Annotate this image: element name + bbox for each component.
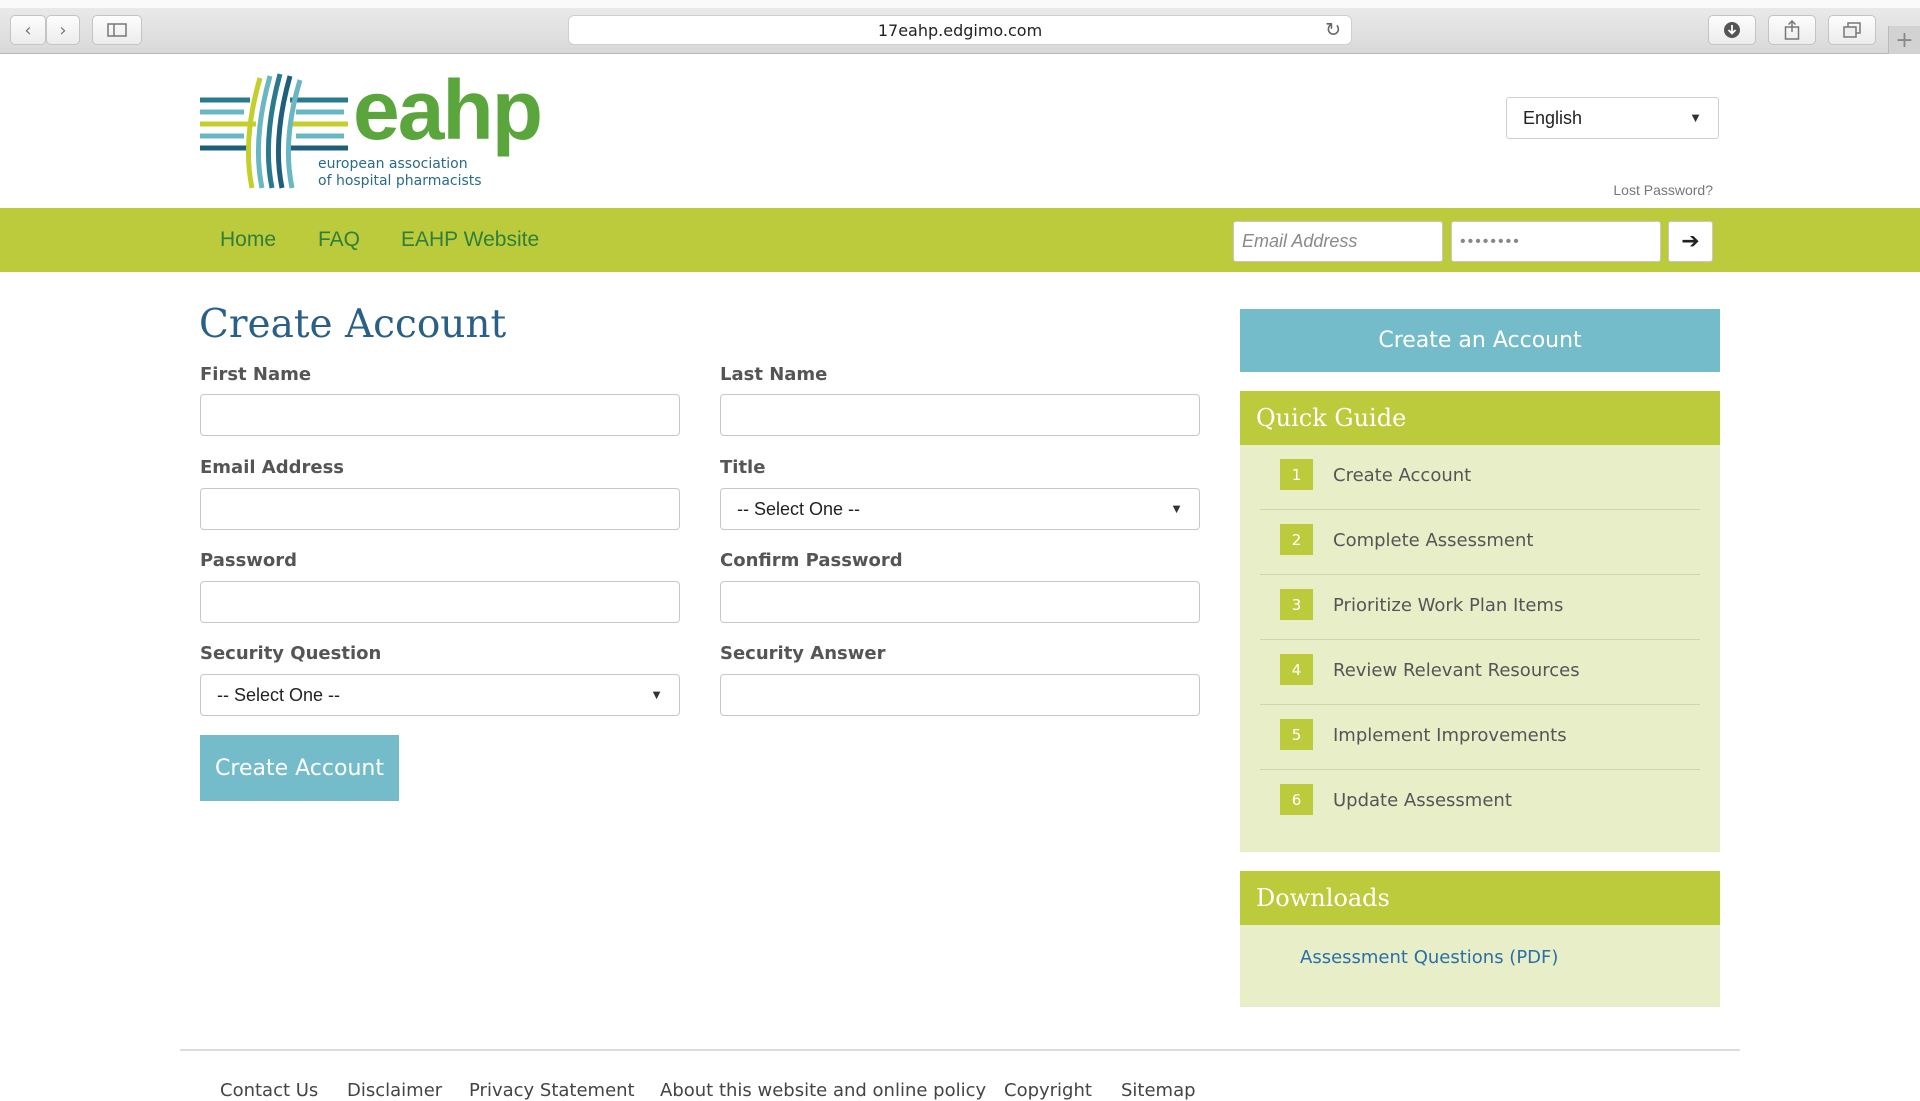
security-answer-label: Security Answer (720, 643, 886, 664)
step-number-badge: 2 (1280, 524, 1313, 555)
guide-item: 5 Implement Improvements (1260, 705, 1700, 770)
first-name-field[interactable] (200, 394, 680, 436)
quick-guide-panel: 1 Create Account 2 Complete Assessment 3… (1240, 445, 1720, 852)
footer-copyright-link[interactable]: Copyright (1004, 1080, 1092, 1101)
confirm-password-field[interactable] (720, 581, 1200, 623)
guide-item-label: Prioritize Work Plan Items (1333, 595, 1564, 616)
sidebar-toggle-button[interactable] (92, 15, 142, 45)
title-label: Title (720, 457, 766, 478)
nav-faq-link[interactable]: FAQ (318, 228, 360, 252)
step-number-badge: 1 (1280, 459, 1313, 490)
downloads-panel: Assessment Questions (PDF) (1240, 925, 1720, 1007)
main-nav: Home FAQ EAHP Website Email Address ••••… (0, 208, 1920, 272)
eahp-logo[interactable]: eahp european association of hospital ph… (198, 63, 543, 192)
browser-toolbar: ‹ › 17eahp.edgimo.com ↻ + (0, 0, 1920, 54)
step-number-badge: 5 (1280, 719, 1313, 750)
footer-disclaimer-link[interactable]: Disclaimer (347, 1080, 442, 1101)
last-name-label: Last Name (720, 364, 828, 385)
guide-item-label: Update Assessment (1333, 790, 1512, 811)
logo-subtitle: european association of hospital pharmac… (318, 156, 482, 190)
forward-button[interactable]: › (46, 15, 80, 45)
step-number-badge: 6 (1280, 784, 1313, 815)
browser-top-edge (0, 0, 1920, 8)
nav-eahp-website-link[interactable]: EAHP Website (401, 228, 539, 252)
downloads-button[interactable] (1708, 15, 1756, 45)
guide-item: 2 Complete Assessment (1260, 510, 1700, 575)
url-text: 17eahp.edgimo.com (877, 20, 1043, 40)
title-select-value: -- Select One -- (737, 498, 861, 519)
footer-sitemap-link[interactable]: Sitemap (1121, 1080, 1196, 1101)
create-account-submit-button[interactable]: Create Account (200, 735, 399, 801)
caret-down-icon: ▼ (650, 687, 663, 702)
caret-down-icon: ▼ (1689, 110, 1702, 125)
quick-guide-header: Quick Guide (1240, 391, 1720, 445)
guide-item: 1 Create Account (1260, 445, 1700, 510)
language-select[interactable]: English ▼ (1506, 97, 1719, 139)
title-select[interactable]: -- Select One -- ▼ (720, 488, 1200, 530)
password-field[interactable] (200, 581, 680, 623)
logo-subtitle-line2: of hospital pharmacists (318, 173, 482, 189)
assessment-questions-pdf-link[interactable]: Assessment Questions (PDF) (1300, 947, 1558, 968)
arrow-right-icon: ➔ (1681, 229, 1700, 254)
email-field[interactable] (200, 488, 680, 530)
share-icon (1784, 20, 1800, 40)
step-number-badge: 3 (1280, 589, 1313, 620)
footer-contact-link[interactable]: Contact Us (220, 1080, 318, 1101)
login-submit-button[interactable]: ➔ (1668, 221, 1713, 262)
nav-home-link[interactable]: Home (220, 228, 276, 252)
step-number-badge: 4 (1280, 654, 1313, 685)
language-value: English (1523, 107, 1583, 128)
security-answer-field[interactable] (720, 674, 1200, 716)
footer-divider (180, 1049, 1740, 1051)
last-name-field[interactable] (720, 394, 1200, 436)
password-label: Password (200, 550, 298, 571)
first-name-label: First Name (200, 364, 312, 385)
downloads-header: Downloads (1240, 871, 1720, 925)
guide-item: 4 Review Relevant Resources (1260, 640, 1700, 705)
reload-icon[interactable]: ↻ (1325, 19, 1341, 41)
caret-down-icon: ▼ (1170, 501, 1183, 516)
guide-item-label: Complete Assessment (1333, 530, 1534, 551)
lost-password-link[interactable]: Lost Password? (1613, 182, 1713, 198)
footer-about-link[interactable]: About this website and online policy (660, 1080, 986, 1101)
logo-subtitle-line1: european association (318, 156, 468, 172)
download-icon (1724, 22, 1740, 38)
login-password-input[interactable]: •••••••• (1451, 221, 1661, 262)
guide-item: 3 Prioritize Work Plan Items (1260, 575, 1700, 640)
address-bar[interactable]: 17eahp.edgimo.com ↻ (568, 15, 1352, 45)
login-password-value: •••••••• (1460, 232, 1521, 250)
footer-privacy-link[interactable]: Privacy Statement (469, 1080, 635, 1101)
confirm-password-label: Confirm Password (720, 550, 903, 571)
guide-item-label: Create Account (1333, 465, 1472, 486)
forward-icon: › (59, 19, 67, 41)
sidebar-icon (107, 23, 127, 37)
tabs-icon (1843, 22, 1861, 38)
tabs-overview-button[interactable] (1828, 15, 1876, 45)
back-button[interactable]: ‹ (10, 15, 46, 45)
email-label: Email Address (200, 457, 345, 478)
guide-item: 6 Update Assessment (1260, 770, 1700, 835)
guide-item-label: Implement Improvements (1333, 725, 1567, 746)
plus-icon: + (1895, 27, 1914, 53)
back-icon: ‹ (24, 19, 32, 41)
create-an-account-button[interactable]: Create an Account (1240, 309, 1720, 372)
page-title: Create Account (199, 302, 507, 347)
security-question-label: Security Question (200, 643, 382, 664)
security-question-value: -- Select One -- (217, 684, 341, 705)
logo-wordmark: eahp (353, 63, 543, 157)
security-question-select[interactable]: -- Select One -- ▼ (200, 674, 680, 716)
login-email-input[interactable]: Email Address (1233, 221, 1443, 262)
new-tab-button[interactable]: + (1888, 26, 1920, 54)
guide-item-label: Review Relevant Resources (1333, 660, 1580, 681)
login-email-placeholder: Email Address (1242, 231, 1358, 251)
share-button[interactable] (1768, 15, 1816, 45)
